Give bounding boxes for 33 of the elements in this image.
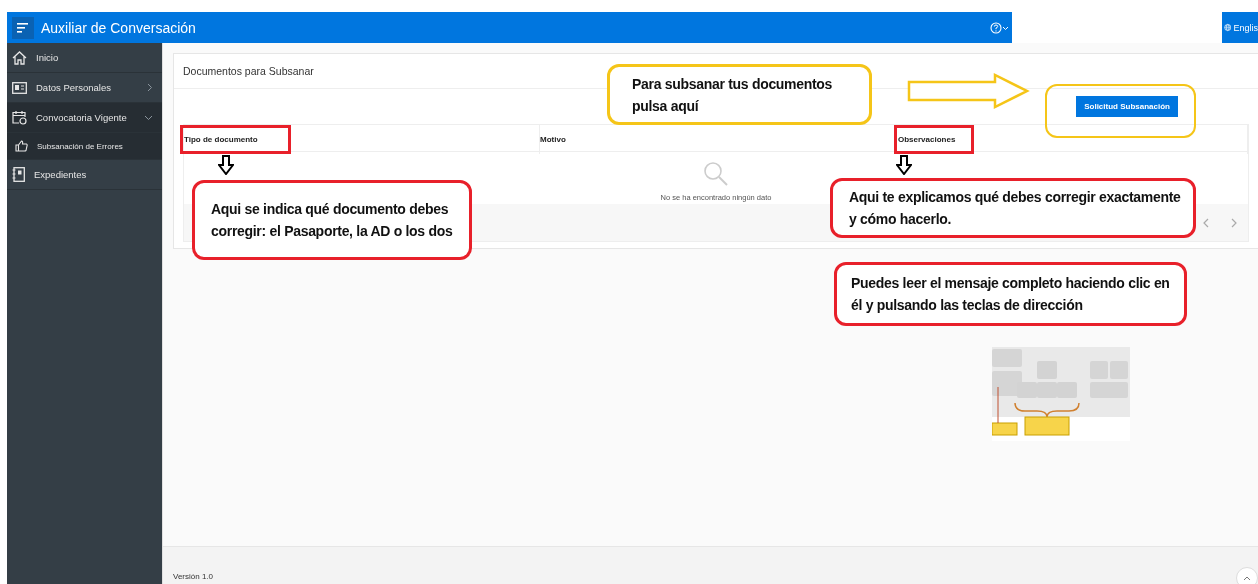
column-header[interactable]: Motivo bbox=[536, 125, 599, 154]
calendar-icon bbox=[12, 110, 27, 125]
down-arrow-icon bbox=[218, 155, 234, 175]
chevron-right-icon bbox=[147, 83, 153, 92]
column-header[interactable]: Tipo de documento bbox=[180, 125, 291, 154]
version-text: Versión 1.0 bbox=[173, 572, 214, 581]
help-icon[interactable] bbox=[990, 21, 1010, 34]
right-arrow-icon bbox=[907, 73, 1031, 109]
callout-note: Para subsanar tus documentos pulsa aquí bbox=[607, 64, 872, 125]
id-card-icon bbox=[12, 81, 27, 94]
chevron-down-icon bbox=[144, 114, 153, 121]
card-title: Documentos para Subsanar bbox=[183, 65, 314, 77]
app-title: Auxiliar de Conversación bbox=[41, 19, 196, 36]
request-button[interactable]: Solicitud Subsanación bbox=[1076, 96, 1178, 117]
language-button[interactable]: Englis bbox=[1222, 12, 1258, 43]
previous-page-icon[interactable] bbox=[1202, 217, 1210, 228]
next-page-icon[interactable] bbox=[1230, 217, 1238, 228]
callout-note: Puedes leer el mensaje completo haciendo clic en él y pulsando las teclas de dirección bbox=[834, 262, 1187, 326]
menu-button[interactable] bbox=[12, 16, 34, 39]
down-arrow-icon bbox=[896, 155, 912, 175]
notebook-icon bbox=[12, 167, 25, 182]
thumbs-up-icon bbox=[15, 140, 28, 152]
nav-item[interactable]: Subsanación de Errores bbox=[7, 133, 162, 160]
nav-item[interactable]: Convocatoria Vigente bbox=[7, 103, 162, 133]
menu-icon bbox=[17, 22, 29, 33]
globe-icon bbox=[1224, 22, 1232, 33]
column-header[interactable]: Observaciones bbox=[894, 125, 975, 154]
callout-note: Aqui se indica qué documento debes corregir: el Pasaporte, la AD o los dos bbox=[192, 180, 472, 260]
scroll-top-button[interactable] bbox=[1236, 567, 1258, 584]
chevron-up-icon bbox=[1243, 575, 1251, 581]
callout-note: Aqui te explicamos qué debes corregir exactamente y cómo hacerlo. bbox=[830, 178, 1196, 238]
home-icon bbox=[12, 50, 27, 65]
search-icon bbox=[703, 161, 729, 187]
